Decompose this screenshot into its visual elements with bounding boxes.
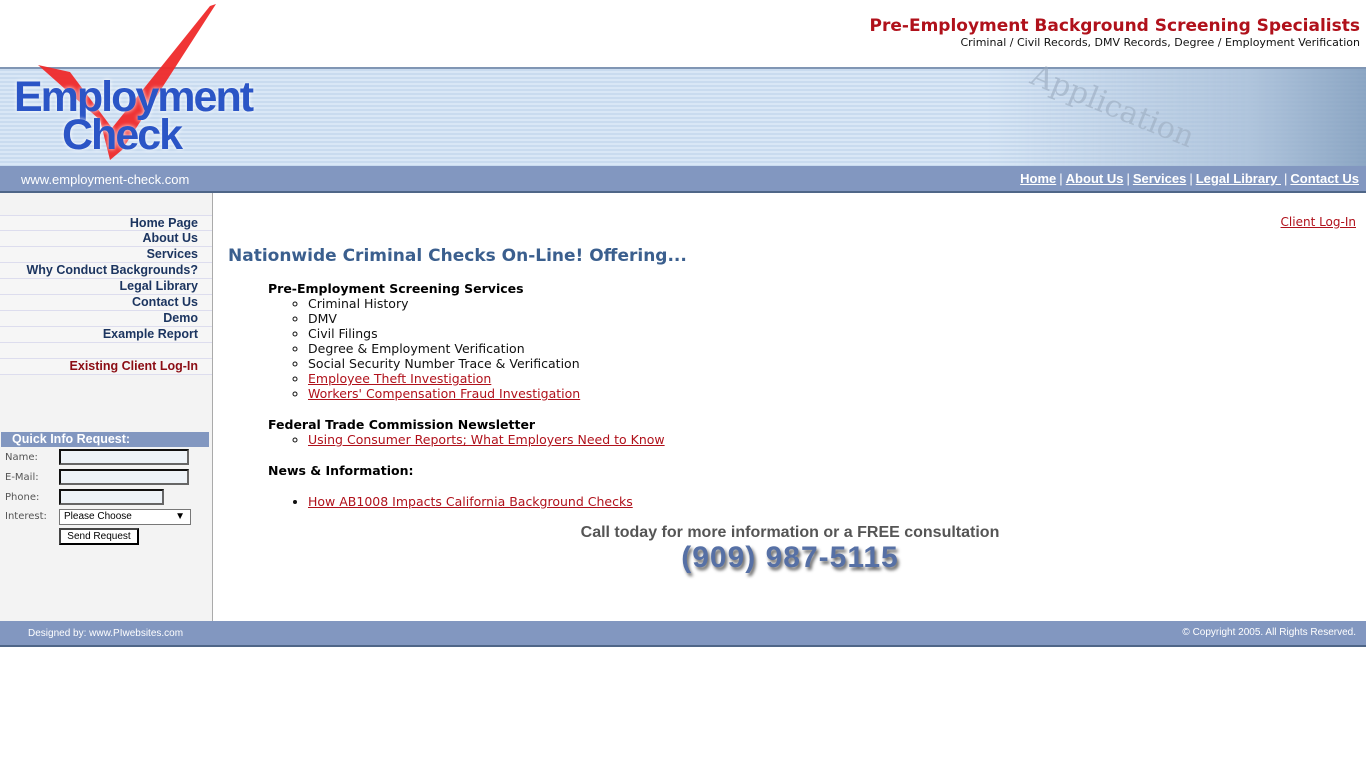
nav-bar: www.employment-check.com Home | About Us | S…	[0, 166, 1366, 193]
sidebar-item-existing-client-login[interactable]: Existing Client Log-In	[0, 359, 212, 375]
quick-info-title: Quick Info Request:	[1, 432, 209, 447]
logo-line2: Check	[62, 111, 183, 159]
list-item: Social Security Number Trace & Verificat…	[308, 356, 580, 371]
sidebar-item-contact-us[interactable]: Contact Us	[0, 295, 212, 311]
chevron-down-icon: ▼	[175, 511, 185, 522]
main-content: Client Log-In Nationwide Criminal Checks…	[214, 193, 1366, 621]
nav-separator: |	[1126, 171, 1130, 186]
screening-list: Criminal History DMV Civil Filings Degre…	[308, 296, 580, 401]
banner-photo-text: Application	[1025, 57, 1200, 156]
section-title-screening: Pre-Employment Screening Services	[268, 281, 524, 296]
nav-services[interactable]: Services	[1133, 171, 1187, 186]
section-title-ftc: Federal Trade Commission Newsletter	[268, 417, 536, 432]
ftc-list: Using Consumer Reports; What Employers N…	[308, 432, 665, 447]
sidebar-item-legal-library[interactable]: Legal Library	[0, 279, 212, 295]
list-item: Degree & Employment Verification	[308, 341, 580, 356]
site-url: www.employment-check.com	[21, 172, 190, 187]
sidebar-item-services[interactable]: Services	[0, 247, 212, 263]
email-input[interactable]	[59, 469, 189, 485]
banner-photo: Application	[986, 58, 1366, 166]
designed-by: Designed by: www.PIwebsites.com	[28, 628, 184, 639]
news-list: How AB1008 Impacts California Background…	[308, 494, 633, 509]
name-label: Name:	[5, 452, 38, 463]
client-login-link[interactable]: Client Log-In	[1281, 215, 1356, 229]
sidebar-item-about-us[interactable]: About Us	[0, 231, 212, 247]
list-item: Employee Theft Investigation	[308, 371, 580, 386]
consumer-reports-link[interactable]: Using Consumer Reports; What Employers N…	[308, 432, 665, 447]
page-title: Nationwide Criminal Checks On-Line! Offe…	[228, 246, 687, 266]
nav-separator: |	[1189, 171, 1193, 186]
list-item: Criminal History	[308, 296, 580, 311]
sidebar-spacer	[0, 343, 212, 359]
nav-separator: |	[1059, 171, 1063, 186]
list-item: Civil Filings	[308, 326, 580, 341]
list-item: Workers' Compensation Fraud Investigatio…	[308, 386, 580, 401]
employee-theft-link[interactable]: Employee Theft Investigation	[308, 371, 491, 386]
list-item: DMV	[308, 311, 580, 326]
list-item: How AB1008 Impacts California Background…	[308, 494, 633, 509]
nav-separator: |	[1283, 171, 1288, 186]
phone-number: (909) 987-5115	[681, 541, 899, 574]
tagline: Pre-Employment Background Screening Spec…	[869, 16, 1360, 36]
interest-select[interactable]: Please Choose ▼	[59, 509, 191, 525]
top-nav: Home | About Us | Services | Legal Library | Co…	[1020, 171, 1359, 186]
sidebar-nav: Home Page About Us Services Why Conduct …	[0, 215, 212, 375]
copyright: © Copyright 2005. All Rights Reserved.	[1182, 627, 1356, 638]
email-label: E-Mail:	[5, 472, 39, 483]
workers-comp-fraud-link[interactable]: Workers' Compensation Fraud Investigatio…	[308, 386, 580, 401]
nav-contact-us[interactable]: Contact Us	[1290, 171, 1359, 186]
sidebar: Home Page About Us Services Why Conduct …	[0, 193, 213, 621]
sidebar-item-example-report[interactable]: Example Report	[0, 327, 212, 343]
interest-value: Please Choose	[64, 511, 132, 522]
subtagline: Criminal / Civil Records, DMV Records, D…	[960, 36, 1360, 49]
name-input[interactable]	[59, 449, 189, 465]
phone-label: Phone:	[5, 492, 40, 503]
nav-legal-library[interactable]: Legal Library	[1196, 171, 1281, 186]
nav-about-us[interactable]: About Us	[1066, 171, 1124, 186]
ab1008-link[interactable]: How AB1008 Impacts California Background…	[308, 494, 633, 509]
footer: Designed by: www.PIwebsites.com © Copyri…	[0, 621, 1366, 647]
sidebar-item-home-page[interactable]: Home Page	[0, 215, 212, 231]
interest-label: Interest:	[5, 511, 47, 522]
sidebar-item-demo[interactable]: Demo	[0, 311, 212, 327]
sidebar-item-why-conduct-backgrounds[interactable]: Why Conduct Backgrounds?	[0, 263, 212, 279]
nav-home[interactable]: Home	[1020, 171, 1056, 186]
section-title-news: News & Information:	[268, 463, 414, 478]
list-item: Using Consumer Reports; What Employers N…	[308, 432, 665, 447]
logo[interactable]: Employment Check	[14, 76, 254, 159]
send-request-button[interactable]: Send Request	[59, 528, 139, 545]
call-to-action: Call today for more information or a FRE…	[580, 524, 1000, 541]
phone-input[interactable]	[59, 489, 164, 505]
